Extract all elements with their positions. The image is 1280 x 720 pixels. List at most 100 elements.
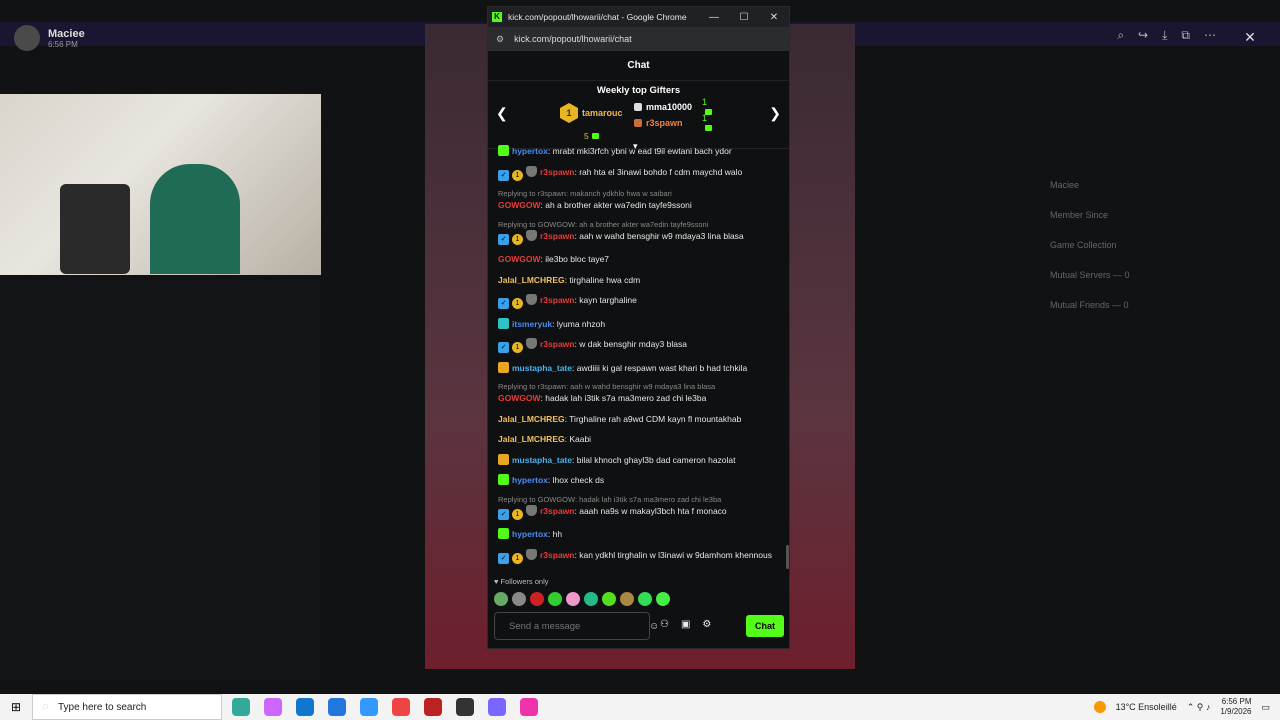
message-composer[interactable]: ☺ bbox=[494, 612, 659, 640]
app-icon[interactable] bbox=[424, 698, 442, 716]
emote-icon[interactable] bbox=[566, 592, 580, 606]
chat-popup-window: K kick.com/popout/lhowarii/chat - Google… bbox=[487, 6, 790, 649]
chat-username[interactable]: r3spawn bbox=[540, 231, 575, 241]
rank-badge: 1 bbox=[560, 103, 578, 123]
screen: Maciee 6:56 PM ⌕ ↪ ⤓ ⧉ ⋯ ✕ Maciee Member… bbox=[0, 0, 1280, 720]
chat-username[interactable]: hypertox bbox=[512, 475, 548, 485]
chat-username[interactable]: Jalal_LMCHREG bbox=[498, 414, 565, 424]
pin-icon[interactable]: ⚇ bbox=[660, 619, 669, 630]
chat-username[interactable]: Jalal_LMCHREG bbox=[498, 434, 565, 444]
start-icon[interactable]: ⊞ bbox=[0, 700, 32, 714]
chevron-left-icon[interactable]: ❮ bbox=[496, 105, 508, 122]
panel-mutual-friends: Mutual Friends — 0 bbox=[1050, 300, 1129, 310]
emote-icon[interactable] bbox=[584, 592, 598, 606]
tray-icons[interactable]: ⌃ ⚲ ♪ bbox=[1187, 702, 1211, 713]
weather-text[interactable]: 13°C Ensoleillé bbox=[1116, 702, 1177, 712]
emote-icon[interactable] bbox=[494, 592, 508, 606]
store-app-icon[interactable] bbox=[328, 698, 346, 716]
verified-icon: ✓ bbox=[498, 508, 509, 520]
discord-icon[interactable] bbox=[488, 698, 506, 716]
crown-icon bbox=[498, 361, 509, 373]
chat-username[interactable]: mustapha_tate bbox=[512, 455, 572, 465]
hat-badge-icon bbox=[526, 229, 537, 241]
chat-messages[interactable]: hypertox: mrabt mki3rfch ybni w ead t9il… bbox=[488, 145, 789, 568]
clock-date: 1/9/2026 bbox=[1220, 707, 1252, 716]
app-icon[interactable] bbox=[520, 698, 538, 716]
chat-message: itsmeryuk: lyuma nhzoh bbox=[498, 317, 779, 330]
chevron-right-icon[interactable]: ❯ bbox=[769, 105, 781, 122]
task-view-icon[interactable] bbox=[232, 698, 250, 716]
chat-username[interactable]: hypertox bbox=[512, 146, 548, 156]
edge-icon[interactable] bbox=[296, 698, 314, 716]
close-icon[interactable]: ✕ bbox=[759, 12, 789, 23]
top-gifter-name[interactable]: tamarouc bbox=[582, 108, 623, 118]
chat-username[interactable]: mustapha_tate bbox=[512, 363, 572, 373]
emote-icon[interactable] bbox=[638, 592, 652, 606]
copilot-icon[interactable] bbox=[264, 698, 282, 716]
gifter-name[interactable]: mma10000 bbox=[646, 102, 692, 112]
maximize-icon[interactable]: ☐ bbox=[729, 12, 759, 23]
taskbar-search[interactable]: ⌕ Type here to search bbox=[32, 694, 222, 720]
chat-username[interactable]: r3spawn bbox=[540, 167, 575, 177]
chat-username[interactable]: GOWGOW bbox=[498, 200, 541, 210]
forward-icon[interactable]: ↪ bbox=[1138, 28, 1148, 43]
chrome-icon[interactable] bbox=[392, 698, 410, 716]
emote-icon[interactable] bbox=[656, 592, 670, 606]
composer-tools: ⚇ ▣ ⚙ bbox=[660, 619, 711, 630]
emote-icon[interactable] bbox=[512, 592, 526, 606]
scrollbar[interactable] bbox=[786, 545, 789, 569]
chat-text: : aah w wahd bensghir w9 mdaya3 lina bla… bbox=[574, 230, 744, 241]
gifter-row: r3spawn 1 bbox=[634, 113, 712, 131]
chat-text: : hadak lah i3tik s7a ma3mero zad chi le… bbox=[540, 393, 707, 403]
chat-username[interactable]: r3spawn bbox=[540, 506, 575, 516]
site-settings-icon[interactable]: ⚙ bbox=[496, 34, 504, 45]
chat-message: hypertox: mrabt mki3rfch ybni w ead t9il… bbox=[498, 145, 779, 157]
chat-username[interactable]: GOWGOW bbox=[498, 254, 541, 264]
clock[interactable]: 6:56 PM 1/9/2026 bbox=[1220, 697, 1251, 717]
more-icon[interactable]: ⋯ bbox=[1204, 28, 1216, 43]
open-external-icon[interactable]: ⧉ bbox=[1181, 28, 1190, 43]
emote-icon[interactable] bbox=[530, 592, 544, 606]
emote-icon[interactable] bbox=[620, 592, 634, 606]
app-icon[interactable] bbox=[456, 698, 474, 716]
outlook-icon[interactable] bbox=[360, 698, 378, 716]
gear-icon[interactable]: ⚙ bbox=[702, 619, 711, 630]
store-icon[interactable]: ▣ bbox=[681, 619, 690, 630]
verified-icon: ✓ bbox=[498, 342, 509, 353]
gifter-name[interactable]: r3spawn bbox=[646, 118, 683, 128]
send-button[interactable]: Chat bbox=[746, 615, 784, 637]
gold-badge-icon: 1 bbox=[512, 233, 523, 245]
chat-username[interactable]: itsmeryuk bbox=[512, 319, 552, 329]
chat-username[interactable]: r3spawn bbox=[540, 339, 575, 349]
notification-icon[interactable]: ▭ bbox=[1261, 702, 1270, 713]
chat-username[interactable]: r3spawn bbox=[540, 295, 575, 305]
reply-context[interactable]: Replying to GOWGOW: ah a brother akter w… bbox=[498, 220, 779, 229]
search-icon: ⌕ bbox=[41, 698, 50, 715]
panel-member-since: Member Since bbox=[1050, 210, 1109, 220]
sub-badge-icon bbox=[498, 317, 509, 329]
chat-username[interactable]: GOWGOW bbox=[498, 393, 541, 403]
emote-icon[interactable] bbox=[548, 592, 562, 606]
emoji-icon[interactable]: ☺ bbox=[649, 621, 659, 632]
reply-context[interactable]: Replying to GOWGOW: hadak lah i3tik s7a … bbox=[498, 495, 779, 504]
emote-icon[interactable] bbox=[602, 592, 616, 606]
zoom-icon[interactable]: ⌕ bbox=[1117, 28, 1124, 43]
download-icon[interactable]: ⤓ bbox=[1162, 28, 1167, 43]
hat-badge-icon bbox=[526, 338, 537, 349]
minimize-icon[interactable]: — bbox=[699, 12, 729, 23]
reply-context[interactable]: Replying to r3spawn: aah w wahd bensghir… bbox=[498, 382, 779, 391]
gold-badge-icon: 1 bbox=[512, 169, 523, 181]
url-text[interactable]: kick.com/popout/lhowarii/chat bbox=[514, 34, 632, 44]
panel-mutual-servers: Mutual Servers — 0 bbox=[1050, 270, 1130, 280]
chat-username[interactable]: hypertox bbox=[512, 529, 548, 539]
chat-text: : aaah na9s w makayl3bch hta f monaco bbox=[574, 505, 727, 516]
person-shape bbox=[150, 164, 240, 274]
gift-icon bbox=[705, 125, 712, 131]
close-viewer-icon[interactable]: ✕ bbox=[1238, 26, 1262, 48]
chat-username[interactable]: Jalal_LMCHREG bbox=[498, 275, 565, 285]
reply-context[interactable]: Replying to r3spawn: makanch ydkhlo hwa … bbox=[498, 189, 779, 198]
chat-username[interactable]: r3spawn bbox=[540, 550, 575, 560]
address-bar[interactable]: ⚙ kick.com/popout/lhowarii/chat bbox=[488, 27, 789, 51]
search-placeholder[interactable]: Type here to search bbox=[58, 702, 146, 713]
message-input[interactable] bbox=[509, 620, 641, 632]
